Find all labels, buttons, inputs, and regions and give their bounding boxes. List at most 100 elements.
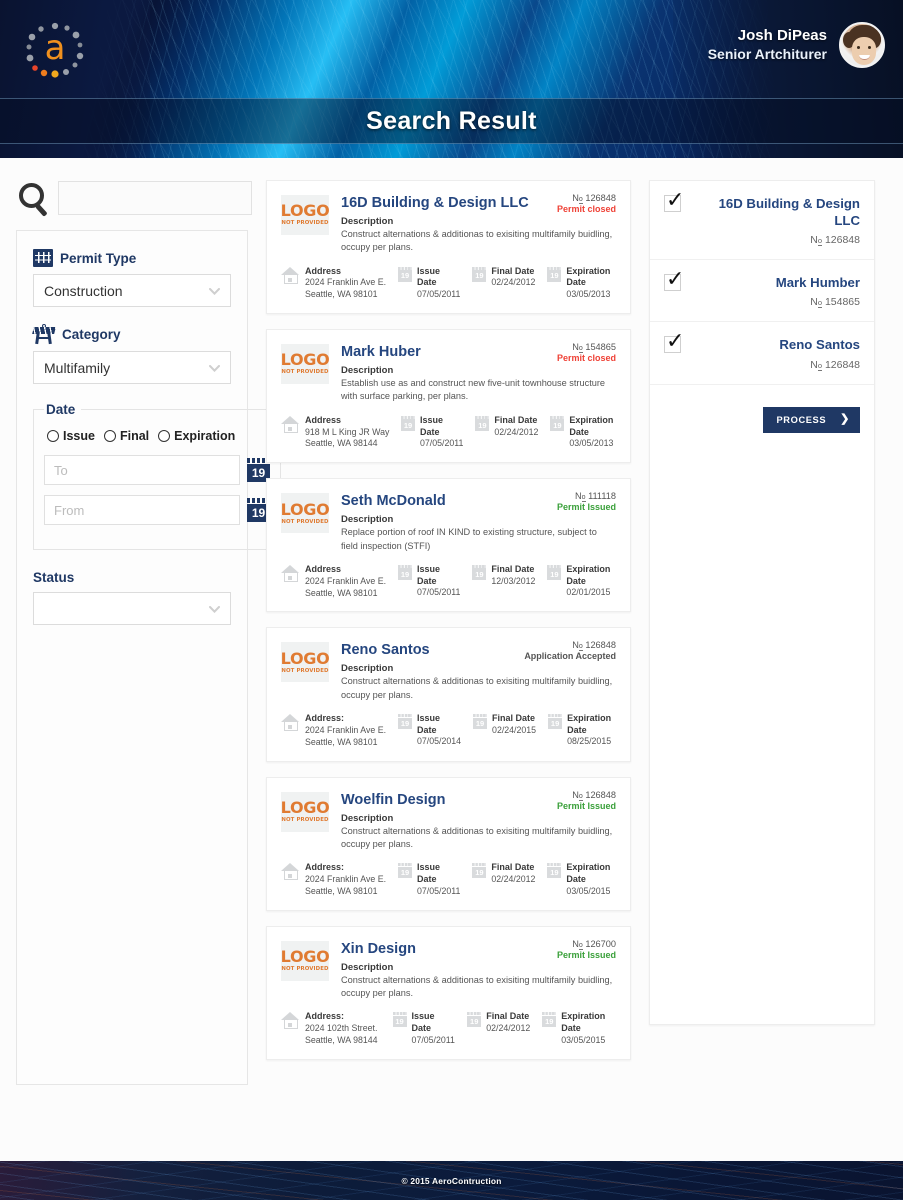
date-from-row: 19 bbox=[44, 495, 270, 525]
result-meta-row: Address 2024 Franklin Ave E. Seattle, WA 9… bbox=[281, 266, 616, 301]
radio-issue-label: Issue bbox=[63, 429, 95, 443]
expiration-date-value: 03/05/2015 bbox=[566, 885, 611, 896]
address-label: Address: bbox=[305, 862, 345, 873]
permit-type-value: Construction bbox=[44, 282, 123, 299]
address-block: Address: 2024 Franklin Ave E. Seattle, WA … bbox=[281, 862, 386, 897]
logo-placeholder-line2: NOT PROVIDED bbox=[281, 518, 329, 525]
expiration-date-text: Expiration Date 03/05/2013 bbox=[566, 266, 616, 301]
selection-item[interactable]: ✓ Reno Santos No 126848 bbox=[650, 322, 874, 385]
selection-item-body: Mark Humber No 154865 bbox=[691, 274, 860, 309]
expiration-date-text: Expiration Date 03/05/2015 bbox=[561, 1011, 616, 1046]
status-badge: Permit Issued bbox=[556, 949, 616, 960]
permit-type-label: Permit Type bbox=[33, 249, 231, 267]
selection-item-number: No 126848 bbox=[810, 358, 860, 371]
user-profile[interactable]: Josh DiPeas Senior Artchiturer bbox=[708, 22, 885, 68]
final-date-block: 19 Final Date 02/24/2012 bbox=[472, 862, 535, 886]
description-text: Construct alternations & additionas to e… bbox=[341, 974, 613, 998]
main-content: Permit Type Construction Category Multif… bbox=[0, 158, 903, 1161]
permit-number: No 154865 bbox=[572, 342, 616, 354]
search-icon[interactable] bbox=[16, 180, 52, 217]
radio-issue[interactable]: Issue bbox=[47, 429, 95, 443]
radio-expiration[interactable]: Expiration bbox=[158, 429, 235, 443]
address-text: Address: 2024 102th Street. Seattle, WA 98… bbox=[305, 1011, 378, 1046]
logo-placeholder-line2: NOT PROVIDED bbox=[281, 369, 329, 376]
calendar-icon: 19 bbox=[401, 415, 415, 431]
result-meta-row: Address 918 M L King JR Way Seattle, WA 98… bbox=[281, 415, 616, 450]
final-date-block: 19 Final Date 02/24/2012 bbox=[467, 1011, 530, 1035]
logo-placeholder-line2: NOT PROVIDED bbox=[281, 816, 329, 823]
calendar-icon: 19 bbox=[392, 1012, 407, 1028]
final-date-block: 19 Final Date 02/24/2012 bbox=[472, 266, 535, 290]
expiration-date-block: 19 Expiration Date 03/05/2015 bbox=[547, 862, 616, 897]
result-card[interactable]: No 126848 Permit Issued LOGO NOT PROVIDED Wo… bbox=[266, 776, 631, 911]
logo-placeholder-line2: NOT PROVIDED bbox=[281, 965, 329, 972]
expiration-date-value: 02/01/2015 bbox=[566, 587, 611, 598]
address-text: Address 918 M L King JR Way Seattle, WA 98… bbox=[305, 415, 389, 450]
selection-item[interactable]: ✓ 16D Building & Design LLC No 126848 bbox=[650, 181, 874, 261]
description-text: Replace portion of roof IN KIND to exist… bbox=[341, 527, 597, 551]
expiration-date-label: Expiration Date bbox=[566, 862, 611, 884]
results-list: No 126848 Permit closed LOGO NOT PROVIDED 16… bbox=[266, 180, 631, 1075]
expiration-date-value: 08/25/2015 bbox=[567, 736, 612, 747]
result-meta-row: Address: 2024 102th Street. Seattle, WA 98… bbox=[281, 1011, 616, 1046]
search-input[interactable] bbox=[58, 181, 252, 215]
radio-final-label: Final bbox=[119, 429, 150, 443]
address-line1: 2024 Franklin Ave E. bbox=[305, 277, 387, 288]
home-icon bbox=[281, 714, 300, 732]
date-to-input[interactable] bbox=[44, 455, 240, 485]
address-line2: Seattle, WA 98144 bbox=[305, 438, 378, 449]
result-card[interactable]: No 126700 Permit Issued LOGO NOT PROVIDED Xi… bbox=[266, 925, 631, 1060]
issue-date-block: 19 Issue Date 07/05/2011 bbox=[398, 862, 460, 897]
result-meta: No 111118 Permit Issued bbox=[557, 491, 616, 512]
address-label: Address: bbox=[305, 1011, 345, 1022]
issue-date-block: 19 Issue Date 07/05/2011 bbox=[392, 1011, 456, 1046]
logo-placeholder: LOGO NOT PROVIDED bbox=[281, 940, 330, 981]
description-text: Establish use as and construct new five-… bbox=[341, 378, 606, 402]
calendar-icon: 19 bbox=[548, 714, 563, 730]
filter-sidebar: Permit Type Construction Category Multif… bbox=[16, 180, 281, 1085]
expiration-date-block: 19 Expiration Date 03/05/2013 bbox=[547, 266, 616, 301]
category-select[interactable]: Multifamily bbox=[33, 351, 231, 384]
final-date-value: 02/24/2012 bbox=[486, 1023, 531, 1033]
process-button-label: PROCESS bbox=[776, 414, 827, 425]
address-text: Address: 2024 Franklin Ave E. Seattle, WA … bbox=[305, 713, 386, 748]
final-date-value: 02/24/2012 bbox=[494, 426, 539, 437]
issue-date-text: Issue Date 07/05/2011 bbox=[417, 564, 460, 599]
expiration-date-value: 03/05/2015 bbox=[561, 1034, 606, 1045]
address-text: Address: 2024 Franklin Ave E. Seattle, WA … bbox=[305, 862, 386, 897]
selection-item-body: Reno Santos No 126848 bbox=[691, 336, 860, 371]
issue-date-label: Issue Date bbox=[417, 713, 441, 735]
result-card[interactable]: No 126848 Permit closed LOGO NOT PROVIDED 16… bbox=[266, 180, 631, 315]
avatar[interactable] bbox=[839, 22, 885, 68]
status-select[interactable] bbox=[33, 592, 231, 625]
result-card[interactable]: No 111118 Permit Issued LOGO NOT PROVIDED Se… bbox=[266, 478, 631, 613]
expiration-date-text: Expiration Date 03/05/2013 bbox=[569, 415, 616, 450]
selection-checkbox[interactable]: ✓ bbox=[664, 330, 684, 354]
address-text: Address 2024 Franklin Ave E. Seattle, WA 9… bbox=[305, 564, 386, 599]
date-from-input[interactable] bbox=[44, 495, 240, 525]
selection-item[interactable]: ✓ Mark Humber No 154865 bbox=[650, 260, 874, 323]
address-block: Address 918 M L King JR Way Seattle, WA 98… bbox=[281, 415, 389, 450]
calendar-icon: 19 bbox=[467, 1012, 482, 1028]
selection-checkbox[interactable]: ✓ bbox=[664, 189, 684, 213]
logo-placeholder-line1: LOGO bbox=[280, 797, 330, 817]
address-line2: Seattle, WA 98101 bbox=[305, 587, 378, 598]
process-button[interactable]: PROCESS ❯ bbox=[762, 406, 860, 433]
address-label: Address bbox=[305, 265, 342, 276]
brand-logo[interactable]: a bbox=[22, 18, 88, 82]
category-label-text: Category bbox=[62, 327, 121, 342]
expiration-date-label: Expiration Date bbox=[566, 563, 611, 586]
chevron-right-icon: ❯ bbox=[840, 413, 850, 426]
result-card[interactable]: No 154865 Permit closed LOGO NOT PROVIDED Ma… bbox=[266, 329, 631, 464]
address-label: Address: bbox=[305, 713, 345, 724]
address-label: Address bbox=[305, 414, 342, 425]
address-block: Address: 2024 Franklin Ave E. Seattle, WA … bbox=[281, 713, 386, 748]
logo-placeholder-line2: NOT PROVIDED bbox=[281, 667, 329, 674]
permit-type-select[interactable]: Construction bbox=[33, 274, 231, 307]
result-card[interactable]: No 126848 Application Accepted LOGO NOT PRO… bbox=[266, 627, 631, 762]
expiration-date-block: 19 Expiration Date 08/25/2015 bbox=[548, 713, 616, 748]
selection-checkbox[interactable]: ✓ bbox=[664, 268, 684, 292]
radio-final[interactable]: Final bbox=[103, 429, 150, 443]
check-icon: ✓ bbox=[666, 188, 685, 213]
description-label: Description bbox=[341, 514, 394, 526]
